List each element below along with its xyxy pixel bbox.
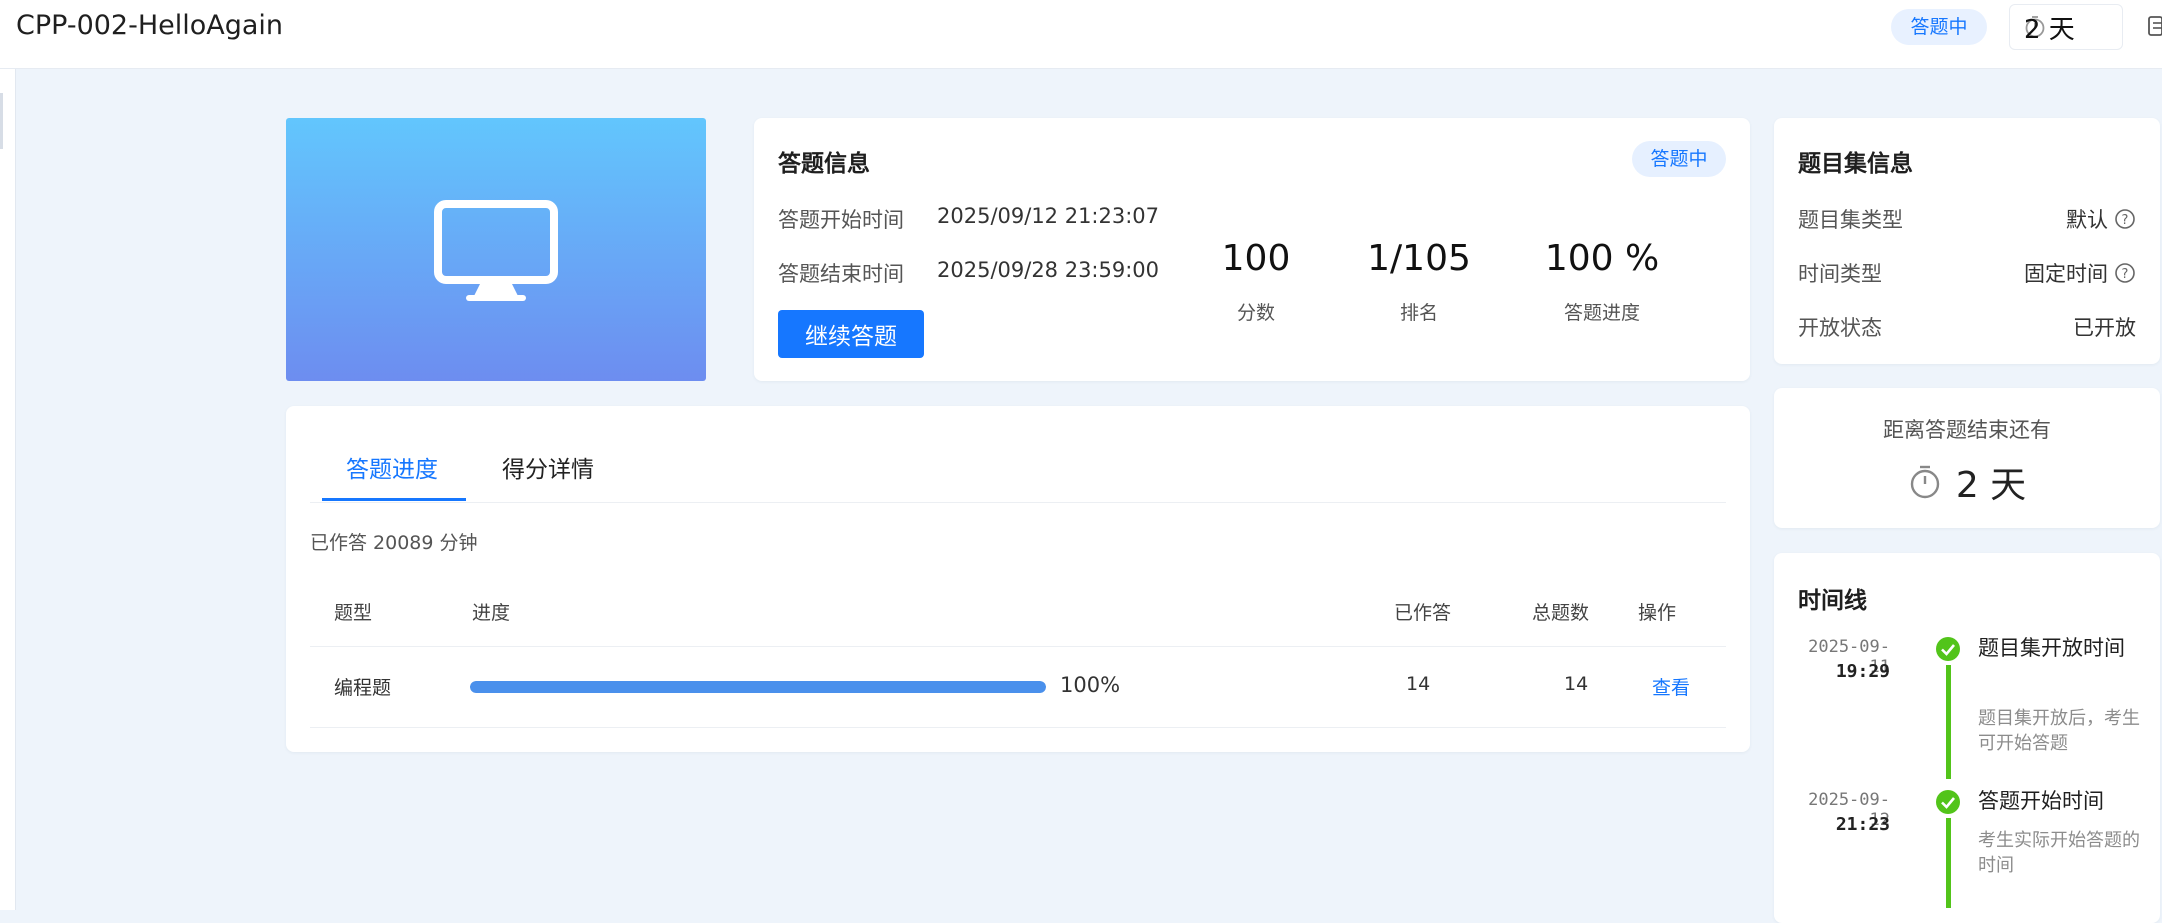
top-bar: CPP-002-HelloAgain 答题中 2 天 — [0, 0, 2162, 69]
open-status-label: 开放状态 — [1798, 316, 1882, 340]
time-type-label: 时间类型 — [1798, 262, 1882, 286]
set-type-text: 默认 — [2066, 208, 2108, 232]
rail-marker — [0, 93, 3, 149]
set-info-card: 题目集信息 题目集类型 默认 ? 时间类型 固定时间 ? 开放状态 已开放 — [1774, 118, 2160, 364]
end-time-label: 答题结束时间 — [778, 262, 904, 286]
score-label: 分数 — [1236, 302, 1275, 324]
row-progress-label: 100% — [1060, 673, 1121, 697]
start-time-value: 2025/09/12 21:23:07 — [937, 204, 1160, 228]
set-type-label: 题目集类型 — [1798, 208, 1903, 232]
score-value: 100 — [1221, 238, 1291, 279]
answer-status-badge: 答题中 — [1632, 141, 1726, 177]
progress-card: 答题进度 得分详情 已作答 20089 分钟 题型 进度 已作答 总题数 操作 … — [286, 406, 1750, 752]
progress-label: 答题进度 — [1563, 302, 1640, 324]
countdown-label: 距离答题结束还有 — [1883, 418, 2051, 442]
table-header-divider — [310, 646, 1726, 647]
answer-info-card: 答题信息 答题中 答题开始时间 2025/09/12 21:23:07 答题结束… — [754, 118, 1750, 381]
timeline-item-title: 题目集开放时间 — [1978, 636, 2125, 660]
timeline-connector — [1946, 665, 1951, 779]
stopwatch-icon — [1910, 465, 1940, 499]
help-icon[interactable]: ? — [2114, 262, 2136, 284]
timeline-time: 21:23 — [1835, 814, 1890, 835]
set-type-value: 默认 ? — [2066, 204, 2136, 234]
tab-divider — [310, 502, 1726, 503]
help-icon[interactable]: ? — [2114, 208, 2136, 230]
row-type: 编程题 — [334, 677, 392, 699]
start-time-label: 答题开始时间 — [778, 208, 904, 232]
svg-text:?: ? — [2122, 213, 2129, 228]
timeline-title: 时间线 — [1798, 588, 1867, 614]
continue-answer-button[interactable]: 继续答题 — [778, 310, 924, 358]
timeline-item-title: 答题开始时间 — [1978, 789, 2104, 813]
column-header-type: 题型 — [334, 602, 373, 624]
rank-label: 排名 — [1399, 302, 1438, 324]
svg-text:?: ? — [2122, 267, 2129, 282]
check-icon — [1936, 637, 1960, 661]
column-header-action: 操作 — [1638, 602, 1677, 624]
left-rail — [0, 69, 16, 910]
header-timer-value: 2 天 — [2024, 14, 2075, 45]
monitor-icon — [434, 200, 558, 301]
progress-bar — [470, 681, 1046, 693]
countdown-card: 距离答题结束还有 2 天 — [1774, 388, 2160, 528]
timeline-item-desc: 题目集开放后，考生可开始答题 — [1978, 708, 2140, 754]
countdown-value: 2 天 — [1774, 456, 2160, 508]
countdown-number: 2 天 — [1955, 465, 2027, 506]
table-row-divider — [310, 727, 1726, 728]
time-type-text: 固定时间 — [2024, 262, 2108, 286]
answer-info-title: 答题信息 — [778, 151, 870, 177]
rank-value: 1/105 — [1367, 238, 1471, 279]
cover-image — [286, 118, 706, 381]
column-header-total: 总题数 — [1532, 602, 1590, 624]
row-answered: 14 — [1406, 673, 1431, 695]
open-status-text: 已开放 — [2073, 316, 2136, 340]
active-tab-indicator — [322, 498, 466, 501]
open-status-value: 已开放 — [2073, 312, 2136, 342]
set-info-title: 题目集信息 — [1798, 151, 1913, 177]
timeline-card: 时间线 2025-09-11 19:29 题目集开放时间 题目集开放后，考生可开… — [1774, 553, 2160, 923]
progress-value: 100 % — [1544, 238, 1660, 279]
tab-score-details[interactable]: 得分详情 — [502, 450, 594, 484]
timeline-item-desc: 考生实际开始答题的时间 — [1978, 830, 2140, 876]
end-time-value: 2025/09/28 23:59:00 — [937, 258, 1160, 282]
document-icon[interactable] — [2147, 14, 2162, 40]
check-icon — [1936, 790, 1960, 814]
column-header-progress: 进度 — [472, 602, 511, 624]
progress-bar-fill — [470, 681, 1046, 693]
tab-answer-progress[interactable]: 答题进度 — [346, 450, 438, 484]
header-timer: 2 天 — [2009, 4, 2123, 50]
elapsed-time: 已作答 20089 分钟 — [310, 532, 478, 554]
status-badge: 答题中 — [1891, 9, 1987, 45]
view-link[interactable]: 查看 — [1652, 673, 1690, 700]
column-header-answered: 已作答 — [1394, 602, 1452, 624]
page-title: CPP-002-HelloAgain — [16, 10, 284, 41]
timeline-connector — [1946, 818, 1951, 908]
timeline-time: 19:29 — [1835, 661, 1890, 682]
row-total: 14 — [1564, 673, 1589, 695]
time-type-value: 固定时间 ? — [2024, 258, 2136, 288]
